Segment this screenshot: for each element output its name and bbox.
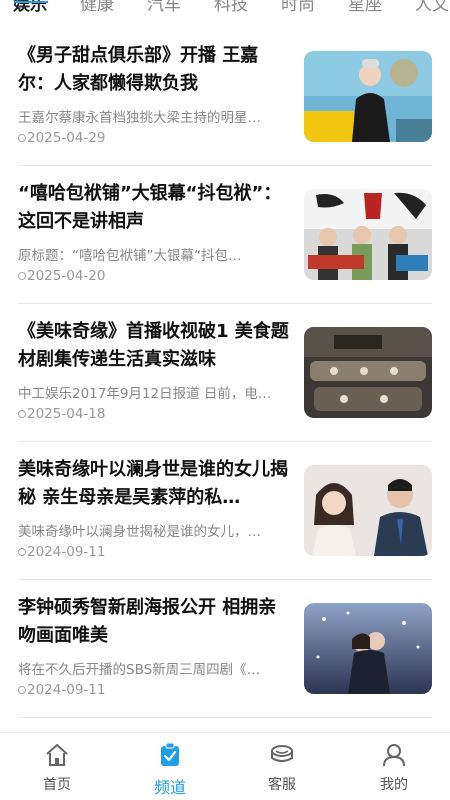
article-date: 2025-04-20	[27, 268, 106, 284]
nav-channel-label: 频道	[153, 778, 186, 797]
tab-auto[interactable]: 汽车	[147, 0, 181, 12]
article-summary: 王嘉尔蔡康永首档独挑大梁主持的明星…	[18, 110, 261, 126]
clipboard-check-icon	[161, 742, 179, 766]
article-date-row: 2025-04-20	[18, 268, 105, 284]
article-thumbnail[interactable]	[304, 51, 432, 142]
article-title: 美味奇缘叶以澜身世是谁的女儿揭秘 亲生母亲是吴素萍的私…	[18, 459, 288, 508]
clock-icon	[18, 134, 26, 142]
article-date: 2025-04-18	[27, 406, 106, 422]
clock-icon	[18, 548, 26, 556]
article-thumbnail[interactable]	[304, 465, 432, 556]
article-list: 《男子甜点俱乐部》开播 王嘉尔：人家都懒得欺负我 王嘉尔蔡康永首档独挑大梁主持的…	[0, 28, 450, 718]
nav-mine[interactable]: 我的	[354, 741, 434, 794]
article-item[interactable]: 李钟硕秀智新剧海报公开 相拥亲吻画面唯美 将在不久后开播的SBS新周三周四剧《……	[18, 580, 432, 718]
article-summary: 将在不久后开播的SBS新周三周四剧《…	[18, 662, 261, 678]
article-item[interactable]: 美味奇缘叶以澜身世是谁的女儿揭秘 亲生母亲是吴素萍的私… 美味奇缘叶以澜身世揭秘…	[18, 442, 432, 580]
article-date-row: 2025-04-29	[18, 130, 105, 146]
tab-health[interactable]: 健康	[80, 0, 114, 12]
clock-icon	[18, 272, 26, 280]
nav-home-label: 首页	[43, 777, 71, 793]
home-icon	[46, 744, 68, 766]
nav-service[interactable]: 客服	[242, 741, 322, 794]
article-date-row: 2024-09-11	[18, 682, 105, 698]
clock-icon	[18, 410, 26, 418]
clock-icon	[18, 686, 26, 694]
article-title: 《美味奇缘》首播收视破1 美食题材剧集传递生活真实滋味	[18, 321, 289, 370]
article-thumbnail[interactable]	[304, 189, 432, 280]
article-date: 2024-09-11	[27, 682, 106, 698]
tab-fashion[interactable]: 时尚	[281, 0, 315, 12]
tab-horoscope[interactable]: 星座	[348, 0, 382, 12]
tab-tech[interactable]: 科技	[214, 0, 248, 12]
customer-service-icon	[271, 745, 293, 762]
user-icon	[383, 744, 405, 767]
article-title: 《男子甜点俱乐部》开播 王嘉尔：人家都懒得欺负我	[18, 45, 259, 94]
nav-mine-label: 我的	[380, 777, 408, 793]
nav-channel[interactable]: 频道	[130, 741, 210, 798]
article-date-row: 2025-04-18	[18, 406, 105, 422]
article-item[interactable]: “嘻哈包袱铺”大银幕“抖包袱”：这回不是讲相声 原标题：“嘻哈包袱铺”大银幕“抖…	[18, 166, 432, 304]
article-summary: 原标题：“嘻哈包袱铺”大银幕“抖包…	[18, 248, 242, 264]
category-tabs: 娱乐健康汽车科技时尚星座人文情	[0, 0, 450, 12]
article-date-row: 2024-09-11	[18, 544, 105, 560]
article-title: 李钟硕秀智新剧海报公开 相拥亲吻画面唯美	[18, 597, 277, 646]
article-summary: 美味奇缘叶以澜身世揭秘是谁的女儿，…	[18, 524, 261, 540]
article-date: 2025-04-29	[27, 130, 106, 146]
active-tab-indicator	[14, 1, 48, 3]
article-thumbnail[interactable]	[304, 327, 432, 418]
article-summary: 中工娱乐2017年9月12日报道 日前，电…	[18, 386, 272, 402]
tab-humanities[interactable]: 人文	[415, 0, 449, 12]
nav-service-label: 客服	[268, 777, 296, 793]
article-date: 2024-09-11	[27, 544, 106, 560]
nav-home[interactable]: 首页	[17, 741, 97, 794]
bottom-tab-bar: 首页 频道 客服 我的	[0, 732, 450, 800]
article-thumbnail[interactable]	[304, 603, 432, 694]
article-title: “嘻哈包袱铺”大银幕“抖包袱”：这回不是讲相声	[18, 183, 282, 232]
article-item[interactable]: 《男子甜点俱乐部》开播 王嘉尔：人家都懒得欺负我 王嘉尔蔡康永首档独挑大梁主持的…	[18, 28, 432, 166]
article-item[interactable]: 《美味奇缘》首播收视破1 美食题材剧集传递生活真实滋味 中工娱乐2017年9月1…	[18, 304, 432, 442]
